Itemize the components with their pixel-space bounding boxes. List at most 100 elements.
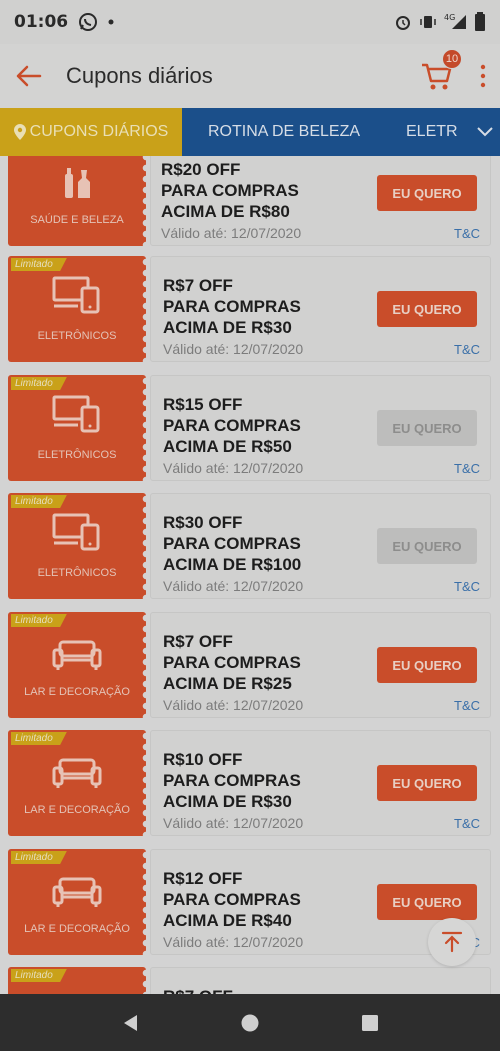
coupon-category-panel: Limitado ELETRÔNICOS xyxy=(8,493,151,599)
terms-link[interactable]: T&C xyxy=(454,461,480,476)
limited-badge: Limitado xyxy=(11,614,67,627)
coupon-condition: PARA COMPRAS xyxy=(163,416,301,435)
coupon-minimum: ACIMA DE R$25 xyxy=(163,674,292,693)
claim-coupon-button[interactable]: EU QUERO xyxy=(377,291,477,327)
coupon-category-panel: SAÚDE E BELEZA xyxy=(8,156,151,246)
status-time: 01:06 xyxy=(14,12,69,32)
coupon-validity: Válido até: 12/07/2020 xyxy=(163,578,304,594)
tab-label: ROTINA DE BELEZA xyxy=(207,123,361,140)
coupon-card: SAÚDE E BELEZA R$20 OFF PARA COMPRAS ACI… xyxy=(8,156,491,246)
coupon-minimum: ACIMA DE R$80 xyxy=(161,202,290,221)
coupon-category: LAR E DECORAÇÃO xyxy=(24,923,130,935)
beauty-icon xyxy=(8,160,146,200)
terms-link[interactable]: T&C xyxy=(454,342,480,357)
alarm-icon xyxy=(394,13,412,31)
limited-badge: Limitado xyxy=(11,969,67,982)
coupon-validity: Válido até: 12/07/2020 xyxy=(163,460,304,476)
coupon-category: ELETRÔNICOS xyxy=(37,567,117,579)
coupon-condition: PARA COMPRAS xyxy=(163,534,301,553)
coupon-condition: PARA COMPRAS xyxy=(163,297,301,316)
location-pin-icon xyxy=(13,124,26,140)
coupon-text: R$12 OFF PARA COMPRAS ACIMA DE R$40 xyxy=(163,868,301,931)
tab-label: ELETR xyxy=(406,123,458,140)
claim-coupon-button[interactable]: EU QUERO xyxy=(377,175,477,211)
coupon-validity: Válido até: 12/07/2020 xyxy=(163,815,304,831)
tabs-expand-button[interactable] xyxy=(470,108,500,156)
coupon-text: R$7 OFF PARA COMPRAS ACIMA DE R$25 xyxy=(163,631,301,694)
coupon-validity: Válido até: 12/07/2020 xyxy=(163,934,304,950)
limited-badge: Limitado xyxy=(11,495,67,508)
coupon-text: R$10 OFF PARA COMPRAS ACIMA DE R$30 xyxy=(163,749,301,812)
coupon-text: R$7 OFF xyxy=(163,986,233,994)
whatsapp-icon xyxy=(78,12,98,32)
limited-badge: Limitado xyxy=(11,851,67,864)
devices-icon xyxy=(8,274,146,314)
coupon-list[interactable]: SAÚDE E BELEZA R$20 OFF PARA COMPRAS ACI… xyxy=(0,156,500,994)
coupon-category: ELETRÔNICOS xyxy=(37,449,117,461)
coupon-condition: PARA COMPRAS xyxy=(163,653,301,672)
nav-home-button[interactable] xyxy=(230,1003,270,1043)
tab-label: CUPONS DIÁRIOS xyxy=(29,123,169,140)
more-options-icon[interactable] xyxy=(480,64,486,88)
tab-rotina-de-beleza[interactable]: ROTINA DE BELEZA xyxy=(182,108,386,156)
limited-badge: Limitado xyxy=(11,258,67,271)
coupon-text: R$30 OFF PARA COMPRAS ACIMA DE R$100 xyxy=(163,512,301,575)
terms-link[interactable]: T&C xyxy=(454,816,480,831)
recents-square-icon xyxy=(362,1014,378,1031)
coupon-card: Limitado LAR E DECORAÇÃO R$7 OFF PARA CO… xyxy=(8,612,491,718)
coupon-text: R$20 OFF PARA COMPRAS ACIMA DE R$80 xyxy=(161,159,299,222)
appbar-actions: 10 xyxy=(420,49,486,93)
coupon-discount: R$7 OFF xyxy=(163,986,233,994)
limited-badge: Limitado xyxy=(11,732,67,745)
coupon-category: SAÚDE E BELEZA xyxy=(30,214,124,226)
status-left: 01:06 xyxy=(14,12,114,32)
coupon-minimum: ACIMA DE R$40 xyxy=(163,911,292,930)
coupon-details: R$30 OFF PARA COMPRAS ACIMA DE R$100 Vál… xyxy=(150,493,491,599)
claim-coupon-button[interactable]: EU QUERO xyxy=(377,884,477,920)
system-nav-bar xyxy=(0,994,500,1051)
coupon-card: Limitado R$7 OFF xyxy=(8,967,491,994)
devices-icon xyxy=(8,511,146,551)
coupon-details: R$20 OFF PARA COMPRAS ACIMA DE R$80 Váli… xyxy=(150,156,491,246)
coupon-category-panel: Limitado LAR E DECORAÇÃO xyxy=(8,849,151,955)
coupon-card: Limitado LAR E DECORAÇÃO R$10 OFF PARA C… xyxy=(8,730,491,836)
sofa-icon xyxy=(8,638,146,672)
claim-coupon-button[interactable]: EU QUERO xyxy=(377,647,477,683)
nav-back-button[interactable] xyxy=(110,1003,150,1043)
coupon-condition: PARA COMPRAS xyxy=(163,890,301,909)
back-arrow-icon[interactable] xyxy=(14,62,42,90)
coupon-details: R$7 OFF PARA COMPRAS ACIMA DE R$30 Válid… xyxy=(150,256,491,362)
arrow-up-icon xyxy=(441,931,463,953)
claim-coupon-button[interactable]: EU QUERO xyxy=(377,765,477,801)
page-title: Cupons diários xyxy=(66,63,213,88)
coupon-validity: Válido até: 12/07/2020 xyxy=(163,341,304,357)
coupon-discount: R$7 OFF xyxy=(163,632,233,651)
battery-icon xyxy=(474,12,486,32)
terms-link[interactable]: T&C xyxy=(454,226,480,241)
vibrate-icon xyxy=(418,13,438,31)
network-label: 4G xyxy=(444,13,455,22)
coupon-discount: R$20 OFF xyxy=(161,160,241,179)
terms-link[interactable]: T&C xyxy=(454,698,480,713)
coupon-condition: PARA COMPRAS xyxy=(161,181,299,200)
tab-eletronicos[interactable]: ELETR xyxy=(386,108,470,156)
claim-coupon-button[interactable]: EU QUERO xyxy=(377,528,477,564)
terms-link[interactable]: T&C xyxy=(454,579,480,594)
coupon-card: Limitado ELETRÔNICOS R$15 OFF PARA COMPR… xyxy=(8,375,491,481)
coupon-card: Limitado ELETRÔNICOS R$7 OFF PARA COMPRA… xyxy=(8,256,491,362)
nav-recents-button[interactable] xyxy=(350,1003,390,1043)
coupon-details: R$7 OFF PARA COMPRAS ACIMA DE R$25 Válid… xyxy=(150,612,491,718)
coupon-minimum: ACIMA DE R$30 xyxy=(163,318,292,337)
coupon-category-panel: Limitado ELETRÔNICOS xyxy=(8,256,151,362)
coupon-discount: R$12 OFF xyxy=(163,869,243,888)
notification-dot-icon xyxy=(108,19,114,25)
cart-button[interactable]: 10 xyxy=(420,49,462,93)
coupon-condition: PARA COMPRAS xyxy=(163,771,301,790)
tab-cupons-diarios[interactable]: CUPONS DIÁRIOS xyxy=(0,108,182,156)
coupon-validity: Válido até: 12/07/2020 xyxy=(161,225,302,241)
scroll-to-top-button[interactable] xyxy=(428,918,476,966)
coupon-discount: R$10 OFF xyxy=(163,750,243,769)
claim-coupon-button[interactable]: EU QUERO xyxy=(377,410,477,446)
sofa-icon xyxy=(8,875,146,909)
app-bar: Cupons diários 10 xyxy=(0,44,500,108)
